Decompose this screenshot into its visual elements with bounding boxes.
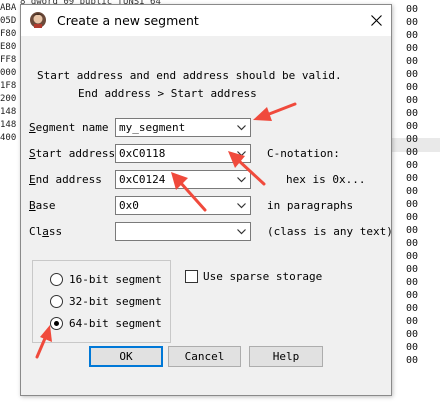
segment-name-dropdown-button[interactable] bbox=[233, 119, 250, 136]
help-button[interactable]: Help bbox=[249, 346, 323, 367]
background-value-cell: 00 bbox=[406, 303, 419, 314]
c-notation-note: C-notation: bbox=[267, 147, 340, 160]
background-value-cell: 00 bbox=[406, 173, 419, 184]
radio-32-bit-label: 32-bit segment bbox=[69, 295, 162, 308]
close-icon bbox=[370, 15, 382, 26]
sparse-storage-label: Use sparse storage bbox=[203, 270, 323, 283]
base-combo[interactable]: 0x0 bbox=[115, 196, 251, 215]
segment-name-value[interactable]: my_segment bbox=[119, 121, 185, 134]
background-address-cell: 400 bbox=[0, 133, 17, 143]
background-value-cell: 00 bbox=[406, 251, 419, 262]
start-address-combo[interactable]: 0xC0118 bbox=[115, 144, 251, 163]
background-value-cell: 00 bbox=[406, 30, 419, 41]
background-value-cell: 00 bbox=[406, 277, 419, 288]
class-combo[interactable] bbox=[115, 222, 251, 241]
paragraphs-note: in paragraphs bbox=[267, 199, 354, 212]
chevron-down-icon bbox=[237, 150, 246, 156]
background-value-cell: 00 bbox=[406, 43, 419, 54]
background-address-cell: 000 bbox=[0, 68, 17, 78]
background-address-cell: FF8 bbox=[0, 55, 17, 65]
background-value-cell: 00 bbox=[406, 56, 419, 67]
class-dropdown-button[interactable] bbox=[233, 223, 250, 240]
background-listing-addresses: ABA 05D F80 E80 FF8 000 1F8 200 148 148 400 bbox=[0, 0, 20, 196]
base-value[interactable]: 0x0 bbox=[119, 199, 139, 212]
background-value-cell: 00 bbox=[406, 108, 419, 119]
radio-16-bit-label: 16-bit segment bbox=[69, 273, 162, 286]
background-value-cell: 00 bbox=[406, 225, 419, 236]
radio-32-bit-circle[interactable] bbox=[50, 295, 63, 308]
background-address-cell: ABA bbox=[0, 3, 17, 13]
background-address-cell: 148 bbox=[0, 107, 17, 117]
background-value-cell: 00 bbox=[406, 290, 419, 301]
background-value-cell: 00 bbox=[406, 199, 419, 210]
sparse-storage-box[interactable] bbox=[185, 270, 198, 283]
segment-name-combo[interactable]: my_segment bbox=[115, 118, 251, 137]
background-value-cell: 00 bbox=[406, 238, 419, 249]
info-text-valid: Start address and end address should be … bbox=[37, 69, 342, 82]
radio-16-bit-circle[interactable] bbox=[50, 273, 63, 286]
radio-64-bit-label: 64-bit segment bbox=[69, 317, 162, 330]
radio-64-bit-circle[interactable] bbox=[50, 317, 63, 330]
background-value-cell: 00 bbox=[406, 134, 419, 145]
background-address-cell: 05D bbox=[0, 16, 17, 26]
background-value-cell: 00 bbox=[406, 186, 419, 197]
end-address-combo[interactable]: 0xC0124 bbox=[115, 170, 251, 189]
cancel-button[interactable]: Cancel bbox=[168, 346, 241, 367]
end-address-value[interactable]: 0xC0124 bbox=[119, 173, 165, 186]
end-address-dropdown-button[interactable] bbox=[233, 171, 250, 188]
start-address-value[interactable]: 0xC0118 bbox=[119, 147, 165, 160]
dialog-titlebar[interactable]: Create a new segment bbox=[21, 5, 391, 36]
background-value-cell: 00 bbox=[406, 147, 419, 158]
background-address-cell: F80 bbox=[0, 29, 17, 39]
background-value-cell: 00 bbox=[406, 316, 419, 327]
background-value-cell: 00 bbox=[406, 17, 419, 28]
background-value-cell: 00 bbox=[406, 160, 419, 171]
info-text-order: End address > Start address bbox=[78, 87, 257, 100]
background-value-cell: 00 bbox=[406, 212, 419, 223]
background-value-cell: 00 bbox=[406, 264, 419, 275]
background-address-cell: 1F8 bbox=[0, 81, 17, 91]
ida-app-icon bbox=[29, 11, 47, 29]
ok-button[interactable]: OK bbox=[89, 346, 163, 367]
background-value-cell: 00 bbox=[406, 342, 419, 353]
background-value-cell: 00 bbox=[406, 329, 419, 340]
background-address-cell: E80 bbox=[0, 42, 17, 52]
background-value-cell: 00 bbox=[406, 355, 419, 366]
create-segment-dialog: Create a new segment Start address and e… bbox=[20, 4, 393, 396]
end-address-label: End address bbox=[29, 173, 102, 186]
class-note: (class is any text) bbox=[267, 225, 393, 238]
base-dropdown-button[interactable] bbox=[233, 197, 250, 214]
background-value-cell: 00 bbox=[406, 121, 419, 132]
close-button[interactable] bbox=[361, 5, 391, 36]
chevron-down-icon bbox=[237, 228, 246, 234]
segment-name-label: Segment name bbox=[29, 121, 109, 134]
class-label: Class bbox=[29, 225, 63, 238]
background-address-cell: 148 bbox=[0, 120, 17, 130]
background-value-cell: 00 bbox=[406, 69, 419, 80]
dialog-title: Create a new segment bbox=[57, 13, 199, 28]
chevron-down-icon bbox=[237, 202, 246, 208]
background-value-cell: 00 bbox=[406, 4, 419, 15]
bitness-group: 16-bit segment 32-bit segment 64-bit seg… bbox=[32, 260, 171, 343]
hex-note: hex is 0x... bbox=[286, 173, 366, 186]
chevron-down-icon bbox=[237, 124, 246, 130]
background-listing-values: 00 00 00 00 00 00 00 00 00 00 00 00 00 00 00 00 00 00 00 00… bbox=[392, 0, 440, 405]
base-label: Base bbox=[29, 199, 56, 212]
chevron-down-icon bbox=[237, 176, 246, 182]
background-address-cell: 200 bbox=[0, 94, 17, 104]
start-address-dropdown-button[interactable] bbox=[233, 145, 250, 162]
start-address-label: Start address bbox=[29, 147, 116, 160]
